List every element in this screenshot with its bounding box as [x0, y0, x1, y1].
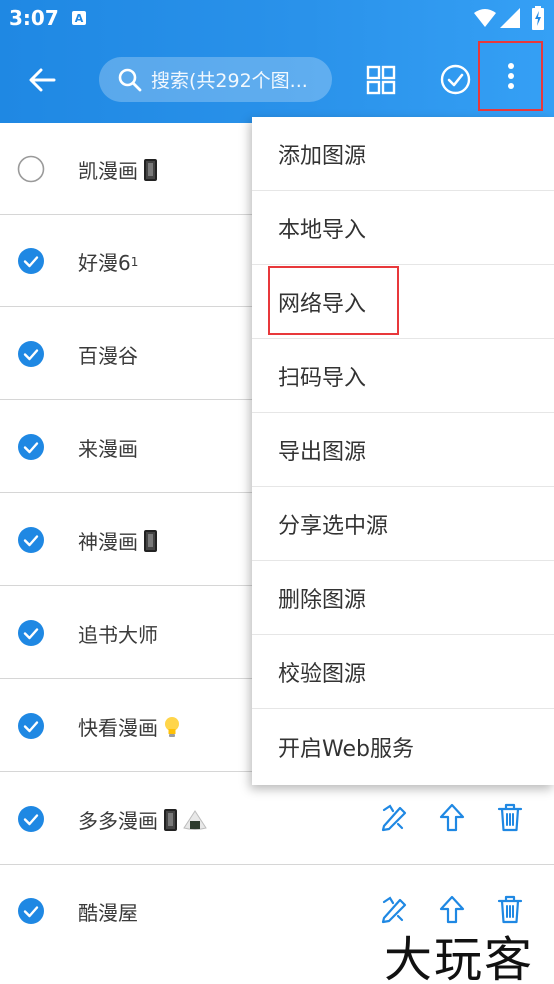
delete-trash-icon[interactable] [496, 802, 524, 832]
unchecked-circle-icon[interactable] [17, 155, 45, 183]
list-item[interactable]: 多多漫画 [0, 773, 554, 865]
menu-item-label: 分享选中源 [278, 513, 389, 539]
more-vert-icon [507, 61, 514, 91]
status-bar: 3:07 A [0, 0, 554, 36]
menu-item-label: 扫码导入 [278, 365, 367, 391]
phone-emoji-icon [144, 158, 157, 181]
arrow-left-icon [29, 68, 56, 92]
overflow-menu: 添加图源 本地导入 网络导入 扫码导入 导出图源 分享选中源 删除图源 校验图源… [252, 117, 554, 785]
menu-item-export-sources[interactable]: 导出图源 [252, 413, 554, 487]
menu-item-local-import[interactable]: 本地导入 [252, 191, 554, 265]
edit-pencil-icon[interactable] [380, 802, 408, 832]
lightbulb-emoji-icon [165, 716, 179, 737]
phone-emoji-icon [164, 808, 177, 831]
wifi-icon [474, 9, 496, 27]
checked-circle-icon[interactable] [17, 712, 45, 740]
menu-item-verify-sources[interactable]: 校验图源 [252, 635, 554, 709]
menu-item-label: 网络导入 [278, 291, 367, 317]
menu-item-delete-sources[interactable]: 删除图源 [252, 561, 554, 635]
checked-circle-icon[interactable] [17, 805, 45, 833]
list-item-subscript: 1 [130, 254, 139, 269]
list-item-label: 酷漫屋 [78, 901, 138, 925]
checked-circle-icon[interactable] [17, 433, 45, 461]
grid-view-icon[interactable] [366, 65, 396, 95]
menu-item-web-service[interactable]: 开启Web服务 [252, 709, 554, 785]
app-bar: 搜索(共292个图... [0, 36, 554, 123]
search-input[interactable]: 搜索(共292个图... [99, 57, 332, 102]
phone-emoji-icon [144, 529, 157, 552]
status-time: 3:07 [9, 6, 59, 30]
search-placeholder: 搜索(共292个图... [151, 70, 308, 92]
list-item-label: 百漫谷 [78, 344, 138, 368]
checked-circle-icon[interactable] [17, 619, 45, 647]
menu-item-label: 开启Web服务 [278, 737, 414, 762]
row-actions [380, 802, 524, 832]
checked-circle-icon[interactable] [17, 340, 45, 368]
more-options-button[interactable] [478, 41, 543, 111]
checked-circle-icon[interactable] [17, 526, 45, 554]
menu-item-scan-import[interactable]: 扫码导入 [252, 339, 554, 413]
list-item-label: 追书大师 [78, 623, 158, 647]
menu-item-add-source[interactable]: 添加图源 [252, 117, 554, 191]
move-to-top-icon[interactable] [438, 802, 466, 832]
list-item-label: 来漫画 [78, 437, 138, 461]
menu-item-label: 添加图源 [278, 143, 367, 169]
menu-item-label: 导出图源 [278, 439, 367, 465]
search-icon [118, 68, 142, 91]
notification-a-icon: A [72, 11, 86, 25]
list-item-label: 凯漫画 [78, 159, 138, 183]
menu-item-share-selected[interactable]: 分享选中源 [252, 487, 554, 561]
menu-item-label: 校验图源 [278, 661, 367, 687]
top-bar: 3:07 A 搜索(共292个图... [0, 0, 554, 123]
checked-circle-icon[interactable] [17, 897, 45, 925]
back-button[interactable] [24, 64, 60, 96]
list-item-label: 多多漫画 [78, 809, 158, 833]
select-all-check-icon[interactable] [440, 64, 471, 95]
list-item-label: 好漫6 [78, 251, 131, 275]
list-item-label: 快看漫画 [78, 716, 158, 740]
list-item-label: 神漫画 [78, 530, 138, 554]
menu-item-label: 删除图源 [278, 587, 367, 613]
battery-charging-icon [532, 6, 544, 30]
menu-item-label: 本地导入 [278, 217, 367, 243]
watermark-text: 大玩客 [384, 932, 535, 984]
rice-ball-emoji-icon [183, 809, 207, 830]
signal-icon [500, 8, 520, 28]
checked-circle-icon[interactable] [17, 247, 45, 275]
menu-item-network-import[interactable]: 网络导入 [252, 265, 554, 339]
